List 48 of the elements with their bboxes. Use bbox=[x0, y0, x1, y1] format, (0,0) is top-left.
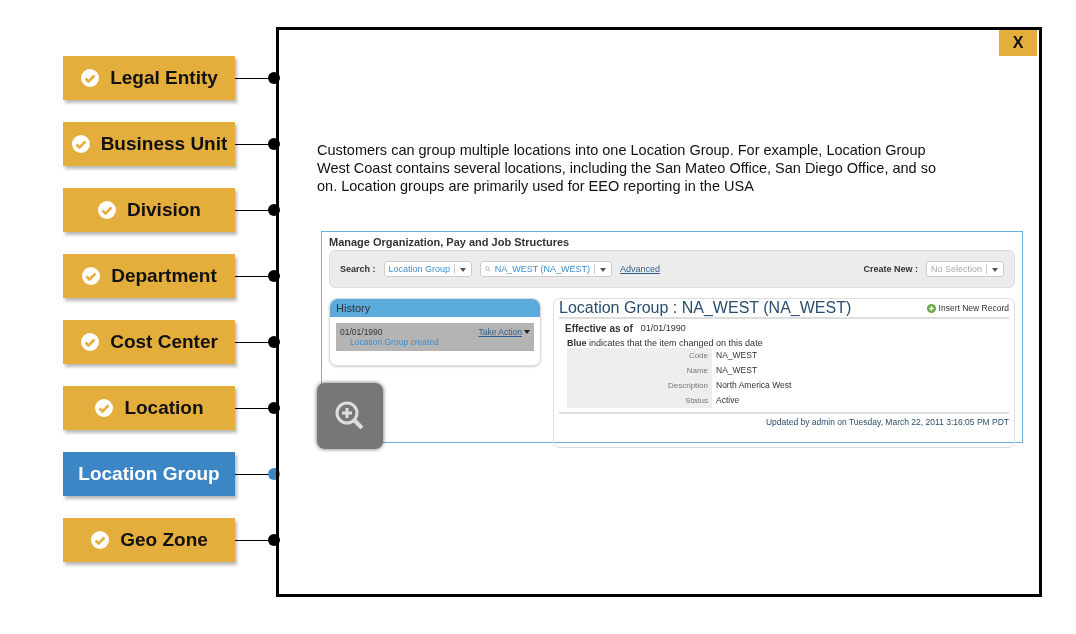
field-value: Active bbox=[715, 394, 741, 407]
effective-label: Effective as of bbox=[565, 323, 633, 334]
check-icon bbox=[70, 134, 91, 154]
add-icon bbox=[926, 303, 936, 313]
history-entry[interactable]: 01/01/1990 Take Action Location Group created bbox=[336, 323, 534, 351]
field-label: Code bbox=[567, 348, 712, 363]
nav-item[interactable]: Department bbox=[63, 254, 235, 298]
caret-icon bbox=[992, 268, 998, 272]
record-title: Location Group : NA_WEST (NA_WEST) bbox=[559, 299, 852, 317]
nav-item[interactable]: Location Group bbox=[63, 452, 235, 496]
nav-item[interactable]: Legal Entity bbox=[63, 56, 235, 100]
legend-text: Blue indicates that the item changed on this date bbox=[566, 338, 764, 348]
caret-icon bbox=[600, 268, 607, 272]
close-button[interactable]: X bbox=[999, 30, 1037, 56]
zoom-in-button[interactable] bbox=[317, 383, 383, 449]
check-icon bbox=[80, 68, 101, 88]
create-label: Create New : bbox=[863, 264, 918, 274]
history-date: 01/01/1990 bbox=[340, 327, 383, 337]
type-dropdown[interactable]: Location Group bbox=[383, 261, 473, 277]
caret-icon bbox=[524, 330, 530, 334]
search-field[interactable]: NA_WEST (NA_WEST) bbox=[480, 261, 613, 277]
check-icon bbox=[81, 266, 102, 286]
field-value: North America West bbox=[715, 379, 793, 392]
check-icon bbox=[94, 398, 115, 418]
field-value: NA_WEST bbox=[715, 349, 759, 362]
field-label: Description bbox=[567, 378, 712, 393]
field-value: NA_WEST bbox=[715, 364, 759, 377]
caret-icon bbox=[460, 268, 467, 272]
nav-item[interactable]: Cost Center bbox=[63, 320, 235, 364]
nav-item[interactable]: Business Unit bbox=[63, 122, 235, 166]
search-icon bbox=[485, 265, 491, 273]
check-icon bbox=[80, 332, 101, 352]
nav-item[interactable]: Location bbox=[63, 386, 235, 430]
field-label: Status bbox=[567, 393, 712, 408]
check-icon bbox=[90, 530, 111, 550]
advanced-link[interactable]: Advanced bbox=[620, 264, 661, 274]
history-title: History bbox=[330, 299, 540, 317]
nav-item[interactable]: Geo Zone bbox=[63, 518, 235, 562]
description-text: Customers can group multiple locations into one Location Group. For example, Location Group West Coast contains several locations, including the San Mateo Office, San Diego Office, and so on. Location groups are primarily used for EEO reporting in the USA bbox=[317, 141, 937, 195]
search-label: Search : bbox=[340, 264, 376, 274]
insert-record-link[interactable]: Insert New Record bbox=[938, 303, 1009, 313]
field-label: Name bbox=[567, 363, 712, 378]
nav-item[interactable]: Division bbox=[63, 188, 235, 232]
check-icon bbox=[97, 200, 118, 220]
updated-text: Updated by admin on Tuesday, March 22, 2011 3:16:05 PM PDT bbox=[559, 412, 1009, 427]
effective-date: 01/01/1990 bbox=[640, 323, 686, 334]
history-event: Location Group created bbox=[349, 337, 440, 347]
screen-title: Manage Organization, Pay and Job Structures bbox=[329, 236, 571, 248]
